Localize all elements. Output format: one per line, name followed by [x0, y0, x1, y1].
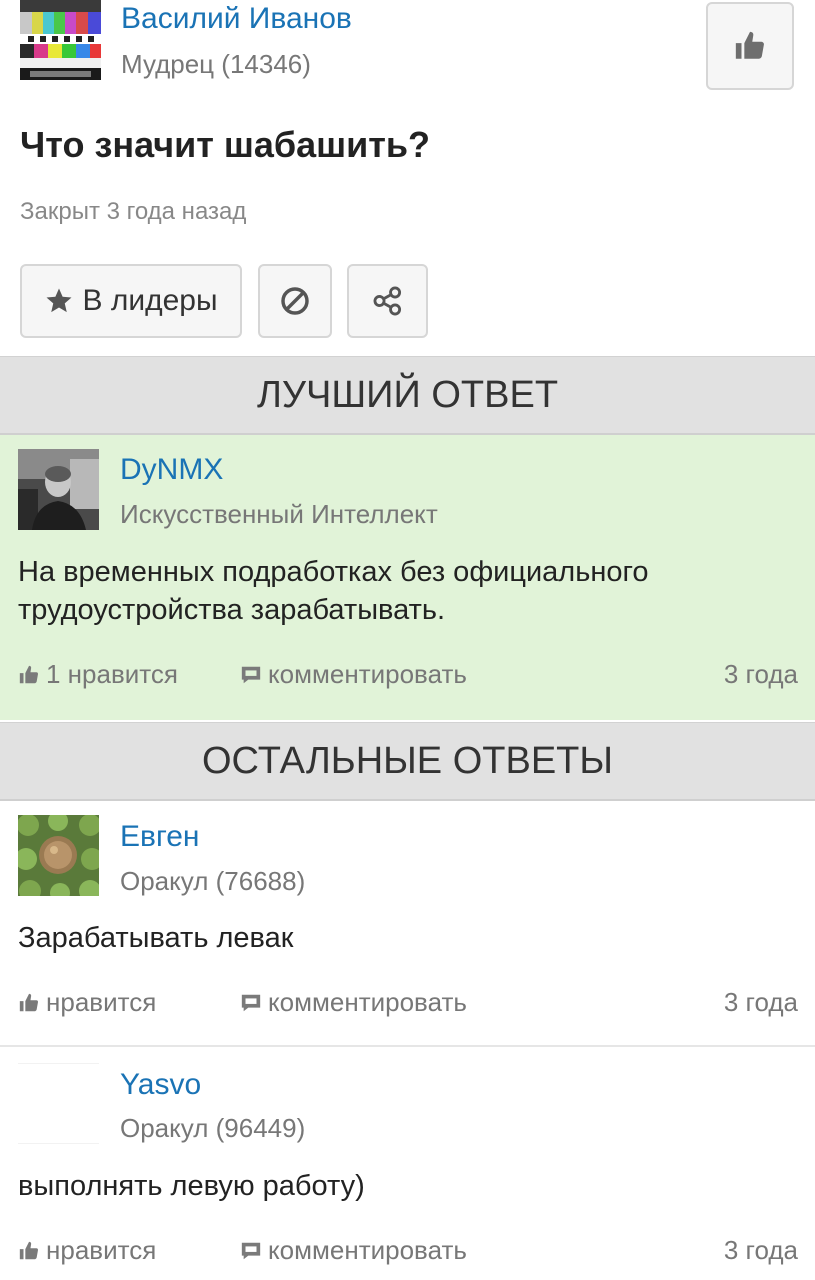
answer-text: выполнять левую работу) [18, 1170, 365, 1202]
best-answer-meta: 1 нравится комментировать 3 года [18, 659, 798, 693]
best-answer-author-name[interactable]: DyNMX [120, 453, 223, 487]
answer-item: Yasvo Оракул (96449) выполнять левую раб… [0, 1049, 815, 1280]
answer-meta: нравится комментировать 3 года [18, 1235, 798, 1269]
thumbs-up-icon [19, 665, 39, 683]
question-author-name[interactable]: Василий Иванов [121, 2, 352, 36]
answer-author-rank: Оракул (76688) [120, 866, 306, 896]
best-answer-comment-label: комментировать [268, 659, 467, 689]
answer-age: 3 года [723, 987, 798, 1017]
answer-author-avatar[interactable] [18, 1063, 99, 1144]
best-answer-author-rank: Искусственный Интеллект [120, 499, 438, 529]
question-author: Василий Иванов Мудрец (14346) [20, 0, 800, 90]
comment-icon [241, 666, 261, 683]
best-answer-comment[interactable]: комментировать [240, 659, 467, 690]
best-answer-avatar[interactable] [18, 449, 99, 530]
share-button[interactable] [347, 264, 428, 338]
answer-comment-label: комментировать [268, 1235, 467, 1265]
answer-like-label: нравится [46, 987, 157, 1017]
best-answer: DyNMX Искусственный Интеллект На временн… [0, 435, 815, 720]
comment-icon [241, 1242, 261, 1259]
best-answer-like-count: 1 нравится [46, 659, 178, 689]
answer-comment-label: комментировать [268, 987, 467, 1017]
comment-icon [241, 994, 261, 1011]
answer-like[interactable]: нравится [18, 1235, 156, 1266]
block-icon [281, 287, 309, 315]
answer-author-name[interactable]: Yasvo [120, 1068, 201, 1102]
report-button[interactable] [258, 264, 332, 338]
answer-like-label: нравится [46, 1235, 157, 1265]
like-button[interactable] [706, 2, 794, 90]
star-icon [46, 288, 72, 313]
best-answer-age: 3 года [723, 659, 798, 689]
answer-author-avatar[interactable] [18, 815, 99, 896]
other-answers-header: ОСТАЛЬНЫЕ ОТВЕТЫ [0, 722, 815, 801]
answer-like[interactable]: нравится [18, 987, 156, 1018]
answer-meta: нравится комментировать 3 года [18, 987, 798, 1021]
thumbs-up-icon [19, 1241, 39, 1259]
thumbs-up-icon [19, 993, 39, 1011]
answer-comment[interactable]: комментировать [240, 987, 467, 1018]
best-answer-header: ЛУЧШИЙ ОТВЕТ [0, 356, 815, 435]
best-answer-text: На временных подработках без официальног… [18, 556, 649, 626]
question-status: Закрыт 3 года назад [20, 198, 247, 225]
answer-author-name[interactable]: Евген [120, 820, 199, 854]
thumbs-up-icon [735, 31, 764, 59]
answer-author-rank: Оракул (96449) [120, 1113, 306, 1143]
answer-age: 3 года [723, 1235, 798, 1265]
answer-text: Зарабатывать левак [18, 922, 294, 954]
question-author-avatar[interactable] [20, 0, 101, 80]
share-icon [373, 286, 401, 316]
best-answer-like[interactable]: 1 нравится [18, 659, 178, 690]
add-to-leaders-label: В лидеры [82, 284, 218, 317]
question-author-rank: Мудрец (14346) [121, 49, 311, 79]
question-title: Что значит шабашить? [20, 124, 431, 165]
answer-comment[interactable]: комментировать [240, 1235, 467, 1266]
answer-item: Евген Оракул (76688) Зарабатывать левак … [0, 801, 815, 1047]
add-to-leaders-button[interactable]: В лидеры [20, 264, 242, 338]
